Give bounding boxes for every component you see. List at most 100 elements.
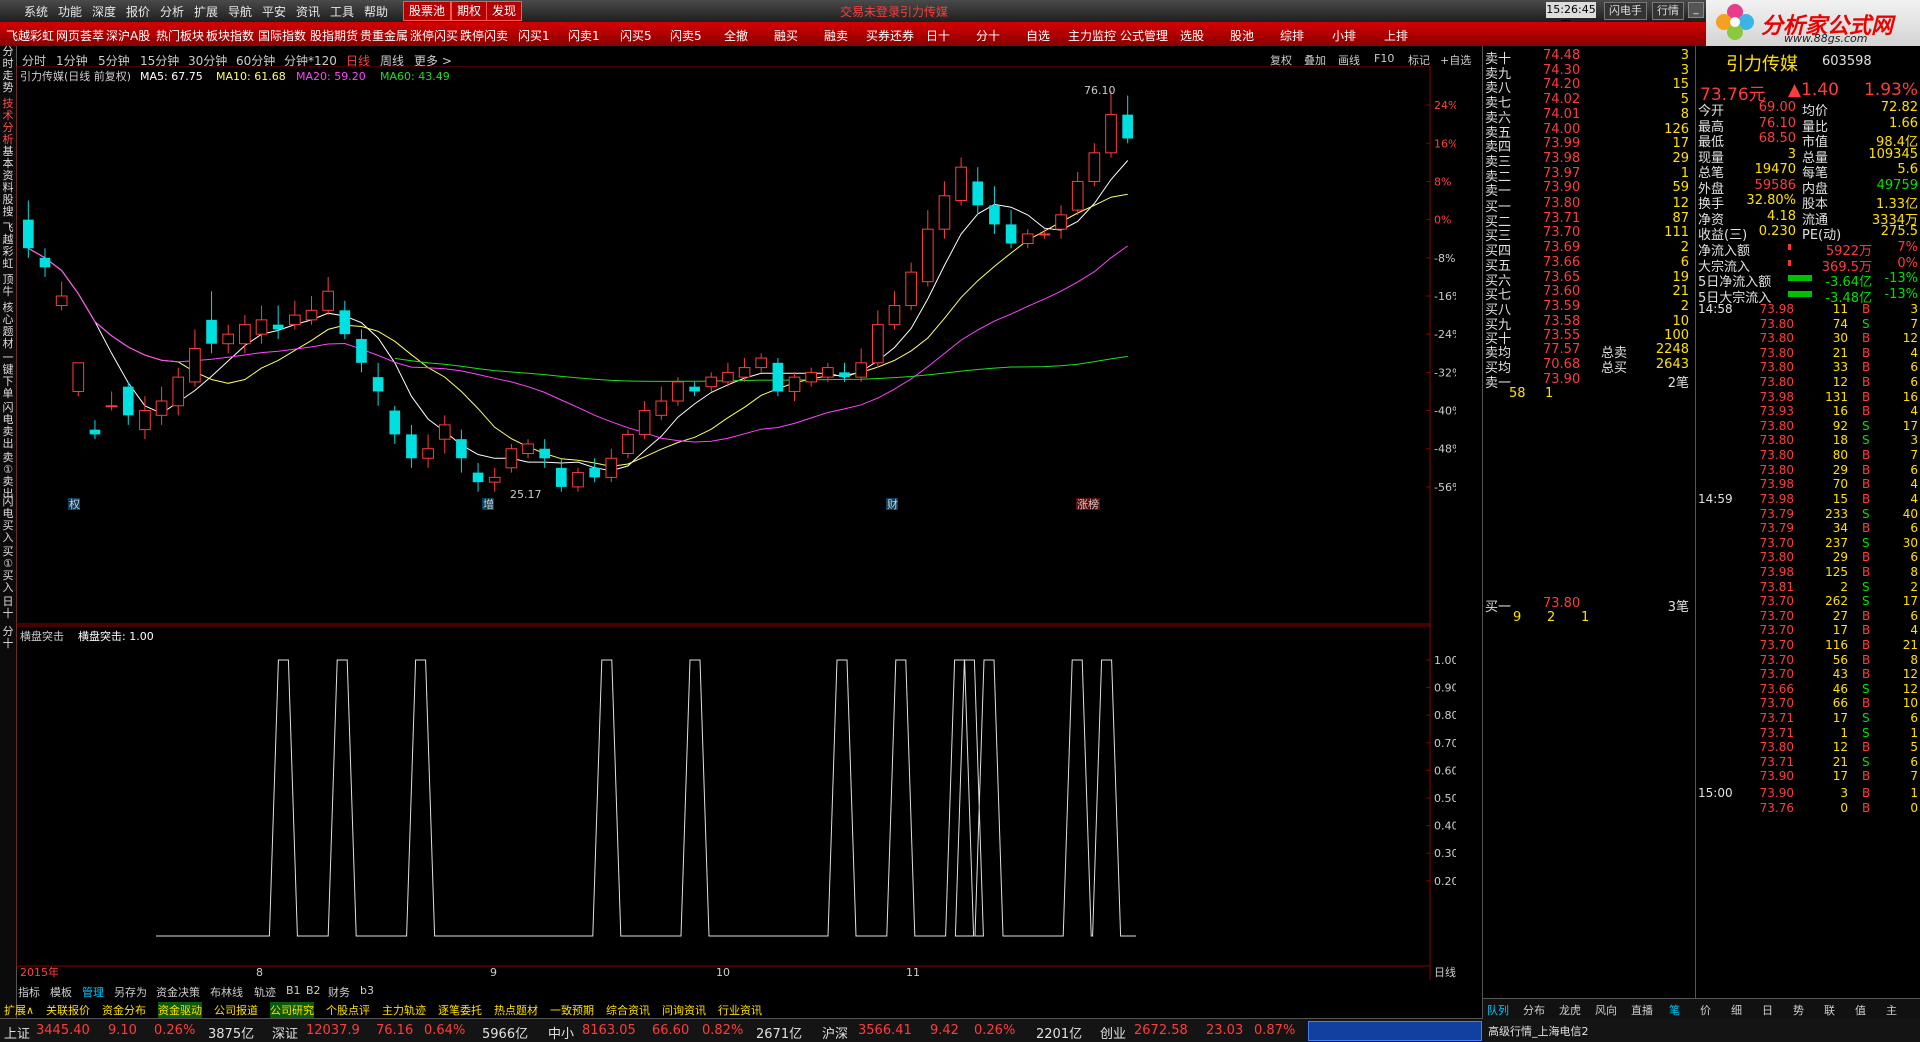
toolbar-item[interactable]: 跌停闪卖	[460, 27, 508, 44]
ask-row[interactable]: 卖十 74.48 3	[1483, 48, 1695, 67]
sell1-queue-orders[interactable]: 58 1	[1483, 386, 1695, 401]
toolbar-item[interactable]: 全撤	[724, 27, 748, 44]
flash-hand-button[interactable]: 闪电手	[1604, 2, 1647, 20]
quote-tab[interactable]: 日	[1762, 1002, 1773, 1018]
toolbar-item[interactable]: 股指期货	[310, 27, 358, 44]
toolbar-item[interactable]: 深沪A股	[106, 27, 150, 44]
sidebar-tab-fundamental[interactable]: 基本资料	[1, 146, 15, 194]
toolbar-item[interactable]: 国际指数	[258, 27, 306, 44]
tab-manage[interactable]: 管理	[82, 984, 104, 1000]
sidebar-tab-sell1[interactable]: 卖①卖出	[1, 452, 15, 500]
sidebar-tab-flash-buy[interactable]: 闪电买入	[1, 496, 15, 544]
index-sh-name[interactable]: 上证	[4, 1023, 30, 1042]
ftab-inquiry[interactable]: 问询资讯	[662, 1002, 706, 1018]
ftab-stock-review[interactable]: 个股点评	[326, 1002, 370, 1018]
ftab-related[interactable]: 关联报价	[46, 1002, 90, 1018]
bid-row[interactable]: 买六 73.65 19	[1483, 270, 1695, 289]
toolbar-item[interactable]: 闪买5	[620, 27, 652, 44]
buy1-queue-header[interactable]: 买一 73.80 3笔	[1483, 596, 1695, 615]
menu-quote[interactable]: 报价	[126, 3, 150, 20]
tab-boll[interactable]: 布林线	[210, 984, 243, 1000]
menu-extend[interactable]: 扩展	[194, 3, 218, 20]
buy1-queue-orders[interactable]: 9 2 1	[1483, 610, 1695, 625]
quote-tab[interactable]: 主	[1886, 1002, 1897, 1018]
sidebar-tab-theme[interactable]: 核心题材	[1, 302, 15, 350]
sidebar-tab-timeline[interactable]: 分时走势	[1, 46, 15, 94]
quote-tab[interactable]: 细	[1731, 1002, 1742, 1018]
sidebar-tab-search[interactable]: 股搜	[1, 194, 15, 218]
quote-tab[interactable]: 势	[1793, 1002, 1804, 1018]
menu-function[interactable]: 功能	[58, 3, 82, 20]
toolbar-item[interactable]: 股池	[1230, 27, 1254, 44]
menu-options[interactable]: 期权	[451, 1, 488, 21]
toolbar-item[interactable]: 日十	[926, 27, 950, 44]
ftab-fund-drive[interactable]: 资金驱动	[158, 1002, 202, 1018]
quote-tab[interactable]: 笔	[1669, 1002, 1680, 1018]
toolbar-item[interactable]: 贵重金属	[360, 27, 408, 44]
input-method-bar[interactable]	[1308, 1021, 1482, 1041]
avg-buy-row[interactable]: 买均 70.68 总买 2643	[1483, 357, 1695, 376]
minimize-icon[interactable]: _	[1688, 2, 1704, 18]
quote-tab[interactable]: 分布	[1523, 1002, 1545, 1018]
index-sz-name[interactable]: 深证	[272, 1023, 298, 1042]
toolbar-item[interactable]: 飞越彩虹	[6, 27, 54, 44]
menu-tools[interactable]: 工具	[330, 3, 354, 20]
ask-row[interactable]: 卖三 73.98 29	[1483, 151, 1695, 170]
menu-help[interactable]: 帮助	[364, 3, 388, 20]
toolbar-item[interactable]: 自选	[1026, 27, 1050, 44]
event-mark-finance[interactable]: 财	[887, 497, 898, 511]
toolbar-item[interactable]: 融买	[774, 27, 798, 44]
sidebar-tab-topbull[interactable]: 顶牛	[1, 274, 15, 298]
ftab-expand[interactable]: 扩展∧	[4, 1002, 34, 1018]
event-mark-increase[interactable]: 增	[483, 497, 494, 511]
ftab-company-report[interactable]: 公司报道	[214, 1002, 258, 1018]
ask-row[interactable]: 卖二 73.97 1	[1483, 166, 1695, 185]
ftab-consensus[interactable]: 一致预期	[550, 1002, 594, 1018]
quote-tab[interactable]: 值	[1855, 1002, 1866, 1018]
ftab-fund-dist[interactable]: 资金分布	[102, 1002, 146, 1018]
sidebar-tab-flash-sell[interactable]: 闪电卖出	[1, 402, 15, 450]
quote-tab[interactable]: 风向	[1595, 1002, 1617, 1018]
tab-finance[interactable]: 财务	[328, 984, 350, 1000]
kline-chart[interactable]: 引力传媒(日线 前复权) MA5: 67.75 MA10: 61.68 MA20…	[16, 66, 1456, 980]
quote-tab[interactable]: 龙虎	[1559, 1002, 1581, 1018]
sidebar-tab-day10[interactable]: 日十	[1, 596, 15, 620]
menu-pingan[interactable]: 平安	[262, 3, 286, 20]
event-mark-right[interactable]: 权	[69, 498, 80, 511]
toolbar-item[interactable]: 公式管理	[1120, 27, 1168, 44]
toolbar-item[interactable]: 网页荟萃	[56, 27, 104, 44]
quote-tab[interactable]: 直播	[1631, 1002, 1653, 1018]
bid-row[interactable]: 买七 73.60 21	[1483, 284, 1695, 303]
quote-button[interactable]: 行情	[1652, 2, 1684, 20]
sidebar-tab-min10[interactable]: 分十	[1, 626, 15, 650]
ftab-order-detail[interactable]: 逐笔委托	[438, 1002, 482, 1018]
quote-tab[interactable]: 联	[1824, 1002, 1835, 1018]
sidebar-tab-technical[interactable]: 技术分析	[1, 98, 15, 146]
menu-stock-pool[interactable]: 股票池	[403, 1, 452, 21]
ask-row[interactable]: 卖一 73.90 59	[1483, 180, 1695, 199]
toolbar-item[interactable]: 热门板块	[156, 27, 204, 44]
toolbar-item[interactable]: 选股	[1180, 27, 1204, 44]
menu-depth[interactable]: 深度	[92, 3, 116, 20]
tab-track[interactable]: 轨迹	[254, 984, 276, 1000]
ask-row[interactable]: 卖五 74.00 126	[1483, 122, 1695, 141]
toolbar-item[interactable]: 融卖	[824, 27, 848, 44]
ftab-company-research[interactable]: 公司研究	[270, 1002, 314, 1018]
toolbar-item[interactable]: 上排	[1384, 27, 1408, 44]
toolbar-item[interactable]: 买券还券	[866, 27, 914, 44]
toolbar-item[interactable]: 涨停闪买	[410, 27, 458, 44]
ask-row[interactable]: 卖七 74.02 5	[1483, 92, 1695, 111]
toolbar-item[interactable]: 闪卖5	[670, 27, 702, 44]
ftab-industry[interactable]: 行业资讯	[718, 1002, 762, 1018]
menu-discover[interactable]: 发现	[486, 1, 523, 21]
index-zx-name[interactable]: 中小	[548, 1023, 574, 1042]
f10-button[interactable]: F10	[1374, 52, 1394, 65]
event-mark-limitup[interactable]: 涨榜	[1077, 497, 1099, 511]
avg-sell-row[interactable]: 卖均 77.57 总卖 2248	[1483, 342, 1695, 361]
tab-b2[interactable]: B2	[306, 984, 321, 997]
toolbar-item[interactable]: 闪买1	[518, 27, 550, 44]
tab-b1[interactable]: B1	[286, 984, 301, 997]
bid-row[interactable]: 买三 73.70 111	[1483, 225, 1695, 244]
toolbar-item[interactable]: 闪卖1	[568, 27, 600, 44]
tab-b3[interactable]: b3	[360, 984, 374, 997]
